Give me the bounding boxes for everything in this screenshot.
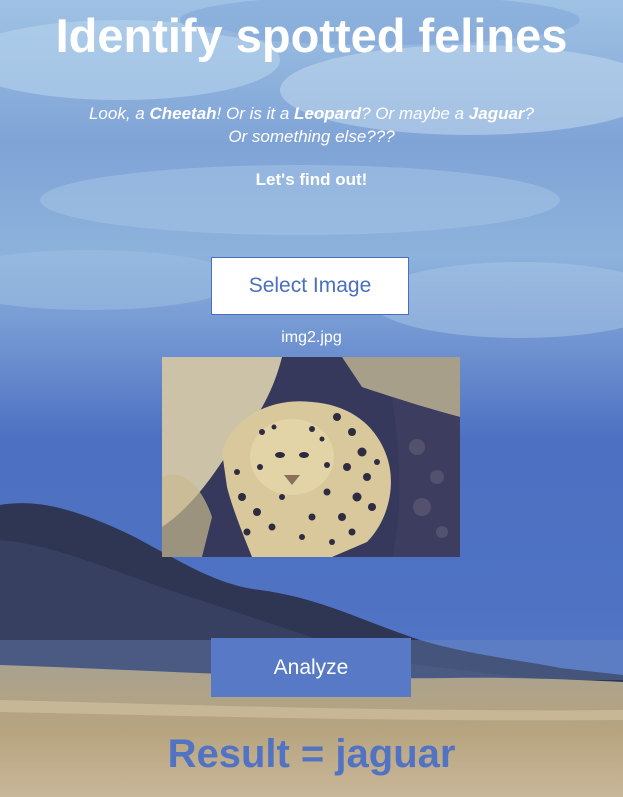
intro-line-1: Look, a Cheetah! Or is it a Leopard? Or … bbox=[88, 104, 535, 123]
intro-line-2: Or something else??? bbox=[228, 127, 395, 146]
image-preview bbox=[162, 357, 460, 557]
selected-filename: img2.jpg bbox=[281, 329, 342, 346]
intro-text: Look, a Cheetah! Or is it a Leopard? Or … bbox=[0, 102, 623, 148]
page-content: Identify spotted felines Look, a Cheetah… bbox=[0, 0, 623, 797]
jaguar-label: Jaguar bbox=[468, 104, 525, 123]
page-title: Identify spotted felines bbox=[55, 9, 568, 62]
leopard-label: Leopard bbox=[294, 104, 362, 123]
jaguar-image bbox=[162, 357, 460, 557]
analyze-button[interactable]: Analyze bbox=[211, 638, 411, 697]
select-image-button[interactable]: Select Image bbox=[211, 257, 409, 315]
cheetah-label: Cheetah bbox=[149, 104, 217, 123]
find-out-text: Let's find out! bbox=[255, 170, 368, 189]
result-text: Result = jaguar bbox=[167, 732, 456, 776]
